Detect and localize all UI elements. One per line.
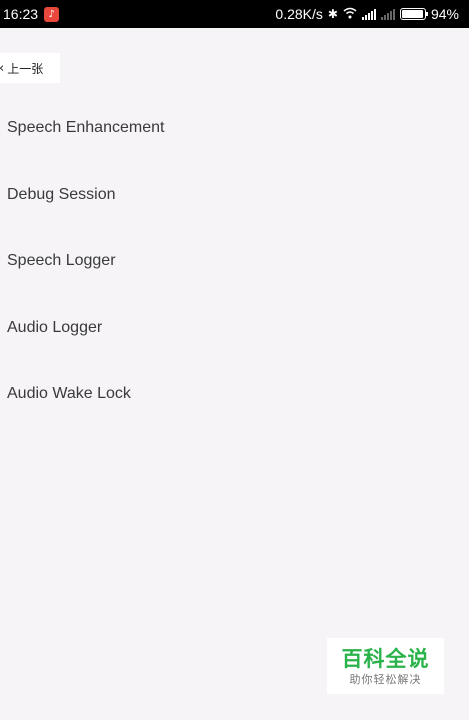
status-right: 0.28K/s ✱ 94% bbox=[275, 6, 459, 22]
menu-item-speech-enhancement[interactable]: Speech Enhancement bbox=[7, 116, 164, 183]
battery-tip bbox=[425, 12, 428, 16]
battery-percent: 94% bbox=[430, 6, 459, 22]
watermark-logo: 百科全说 助你轻松解决 bbox=[327, 638, 444, 694]
watermark-subtitle: 助你轻松解决 bbox=[349, 674, 422, 686]
net-speed: 0.28K/s bbox=[275, 6, 323, 22]
wifi-icon bbox=[343, 7, 357, 22]
app-notification-icon: ♪ bbox=[44, 6, 60, 22]
back-button[interactable]: ‹ 上一张 bbox=[0, 53, 60, 83]
signal-no-sim-icon bbox=[380, 8, 395, 20]
bluetooth-icon: ✱ bbox=[327, 7, 338, 21]
menu-item-debug-session[interactable]: Debug Session bbox=[7, 183, 164, 250]
status-time: 16:23 bbox=[3, 6, 39, 22]
signal-icon bbox=[361, 8, 376, 20]
menu-item-audio-logger[interactable]: Audio Logger bbox=[7, 316, 164, 383]
battery-fill bbox=[401, 10, 423, 18]
menu-item-speech-logger[interactable]: Speech Logger bbox=[7, 249, 164, 316]
battery-icon bbox=[399, 8, 428, 20]
status-left: 16:23 ♪ bbox=[3, 6, 60, 22]
chevron-left-icon: ‹ bbox=[0, 61, 4, 76]
watermark-title: 百科全说 bbox=[341, 648, 430, 671]
menu-list: Speech Enhancement Debug Session Speech … bbox=[7, 116, 164, 449]
back-label: 上一张 bbox=[7, 61, 44, 76]
menu-item-audio-wake-lock[interactable]: Audio Wake Lock bbox=[7, 382, 164, 449]
status-bar: 16:23 ♪ 0.28K/s ✱ 94% bbox=[0, 0, 469, 28]
